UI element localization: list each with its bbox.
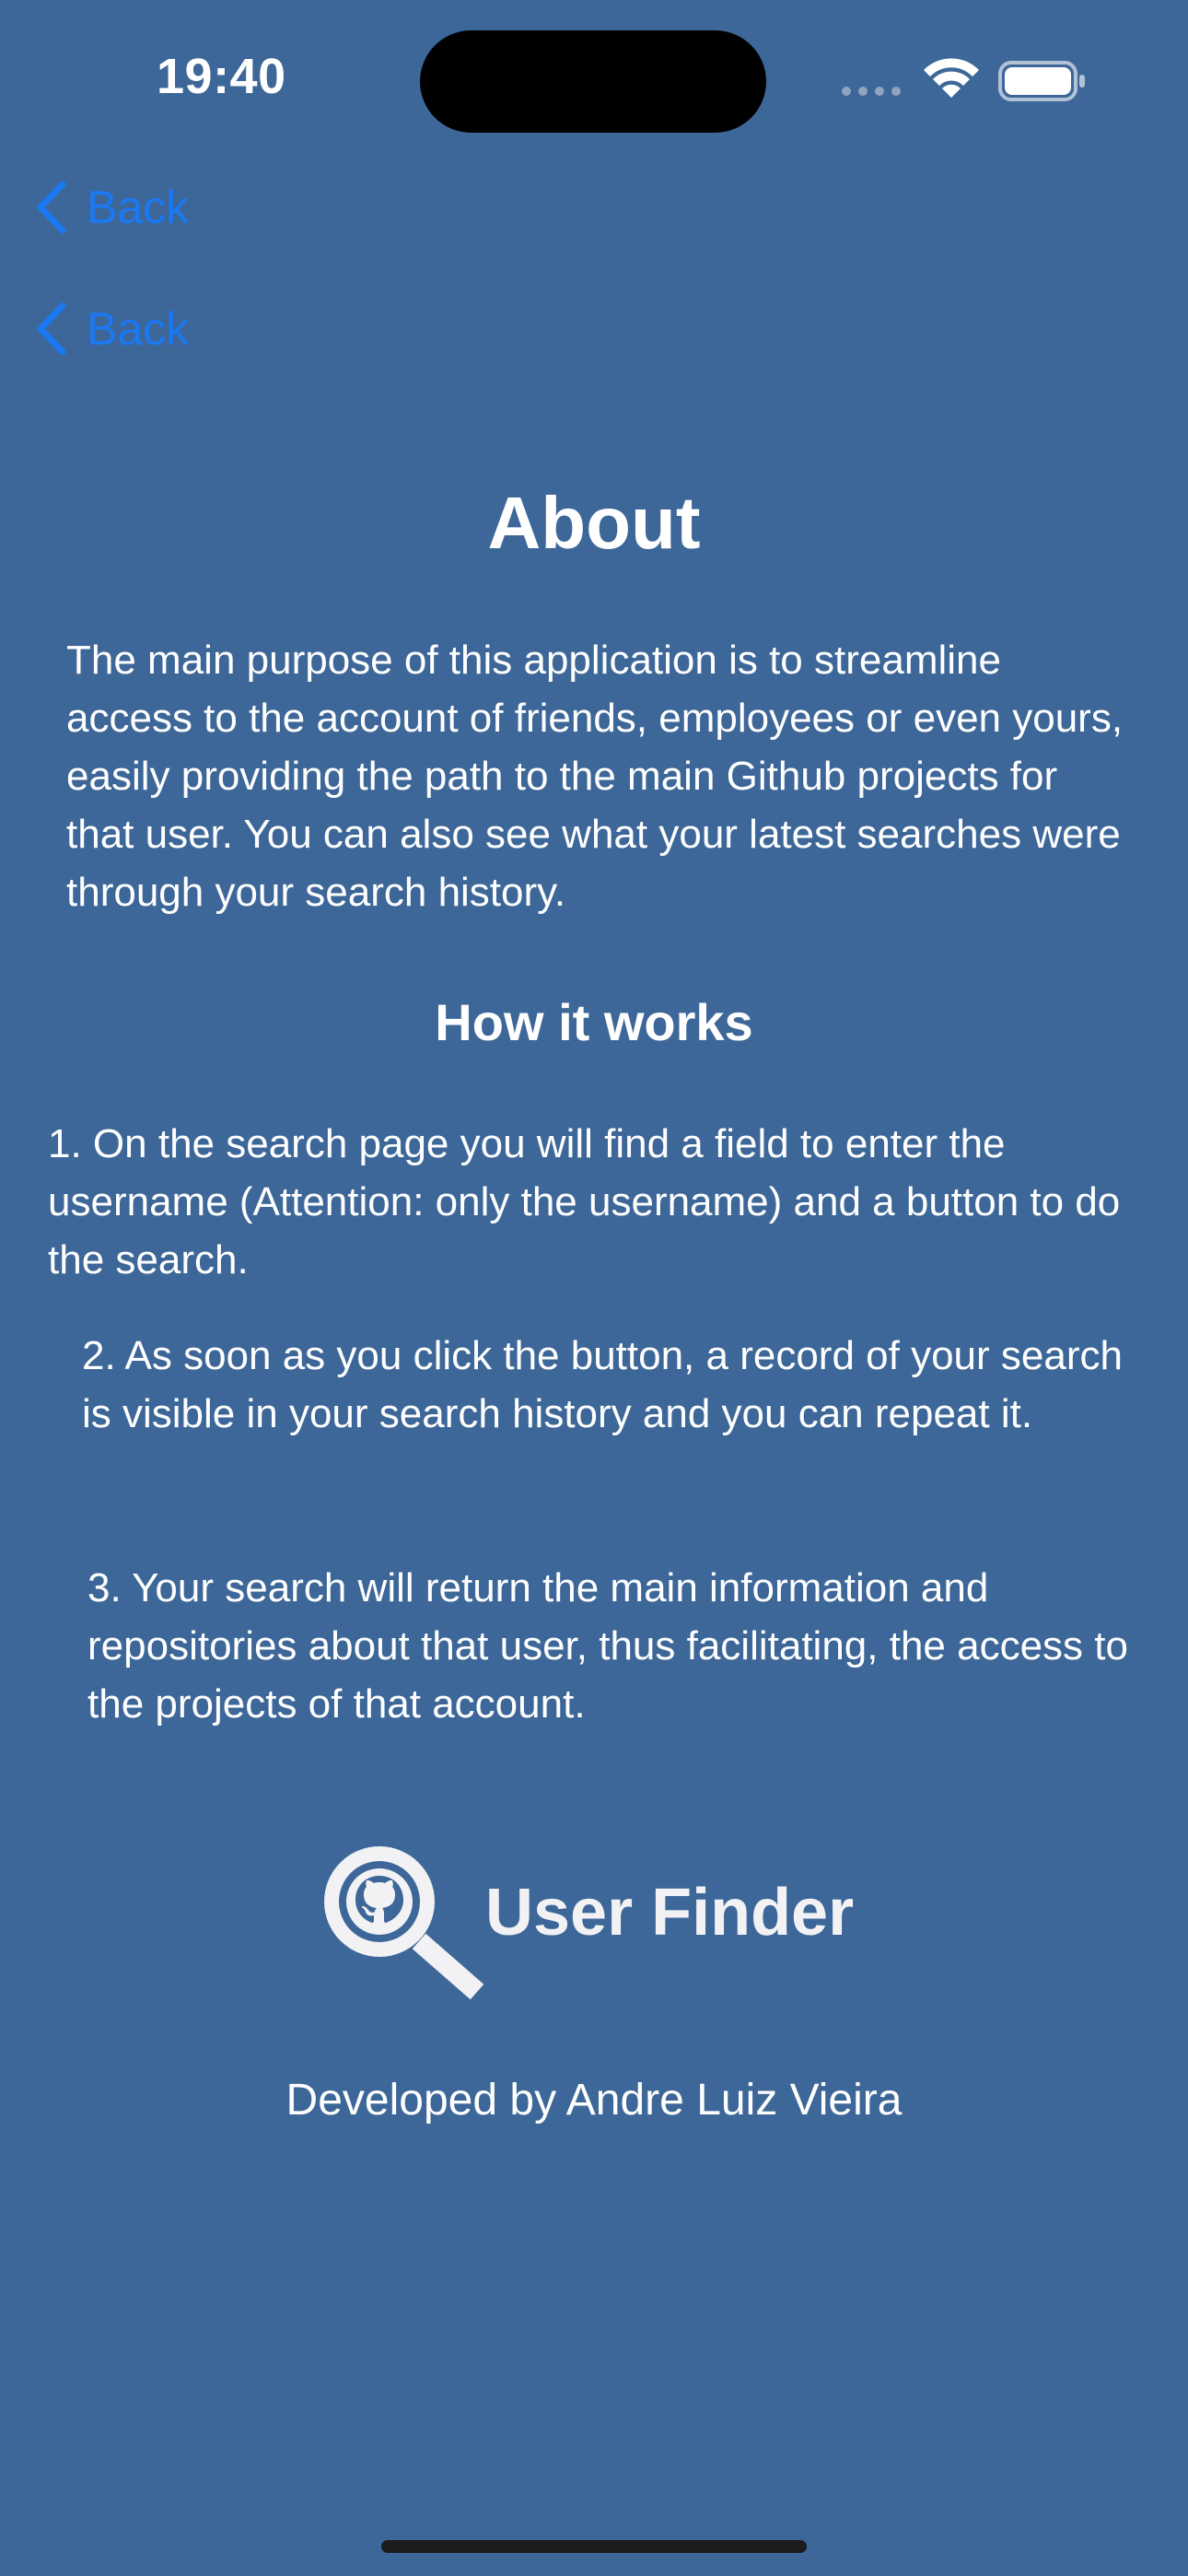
home-indicator[interactable] [381, 2540, 807, 2553]
back-button[interactable]: Back [35, 181, 189, 234]
about-title: About [487, 482, 701, 564]
status-time: 19:40 [157, 49, 286, 104]
developer-credit: Developed by Andre Luiz Vieira [285, 2076, 903, 2125]
chevron-left-icon [37, 181, 66, 234]
app-logo-text: User Finder [485, 1876, 855, 1950]
step-2-text: 2. As soon as you click the button, a re… [82, 1333, 1123, 1436]
how-it-works-title: How it works [435, 993, 753, 1051]
wifi-icon [921, 57, 982, 106]
github-magnifier-icon [313, 1835, 488, 2006]
back-button[interactable]: Back [35, 302, 189, 356]
cellular-signal-icon [842, 87, 901, 96]
about-description: The main purpose of this application is … [66, 638, 1124, 915]
back-button-label: Back [87, 181, 190, 233]
back-button-label: Back [87, 303, 190, 355]
chevron-left-icon [37, 302, 66, 356]
step-1-text: 1. On the search page you will find a fi… [48, 1121, 1121, 1282]
battery-icon [998, 61, 1087, 106]
dynamic-island [420, 30, 766, 133]
step-3-text: 3. Your search will return the main info… [87, 1565, 1128, 1727]
